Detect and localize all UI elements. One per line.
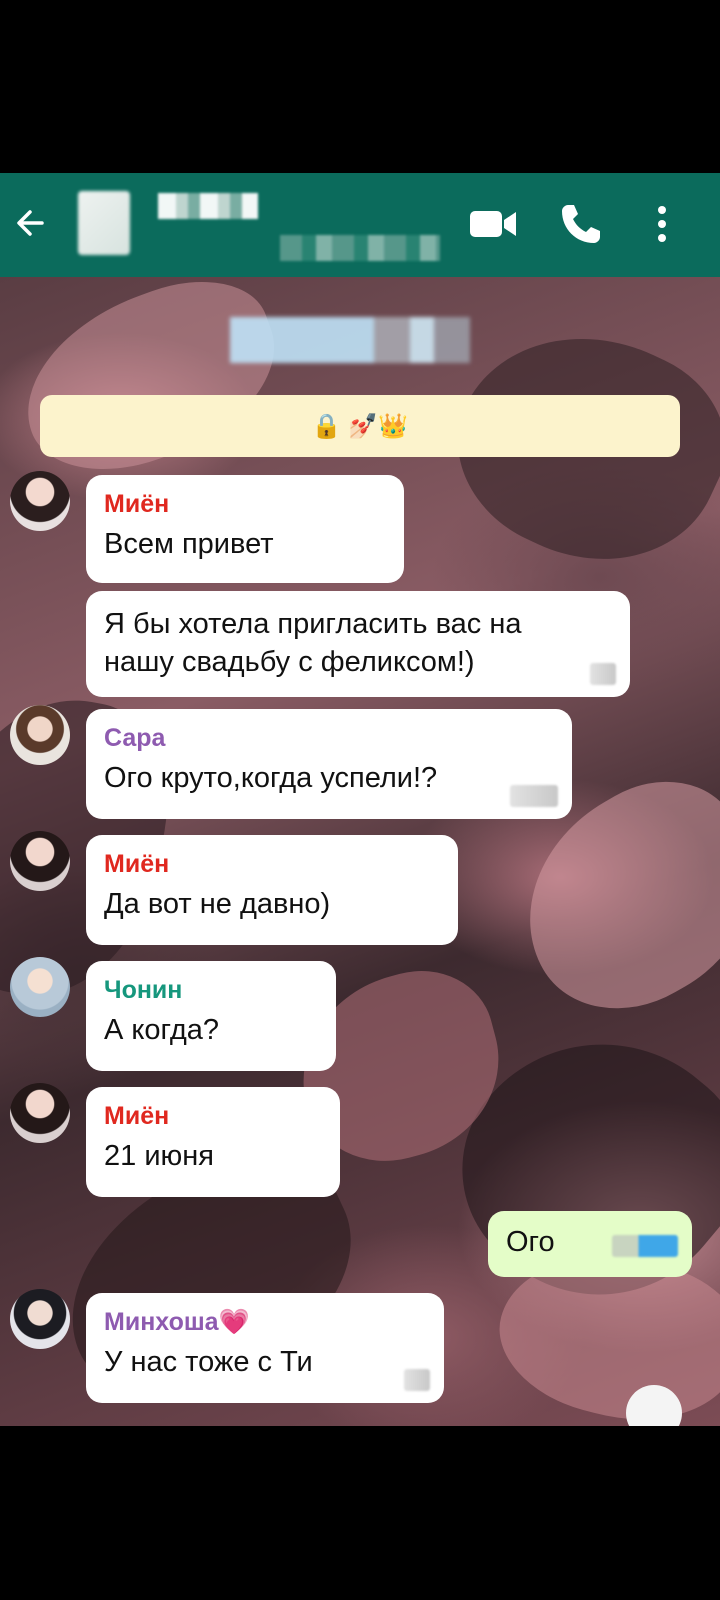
menu-button[interactable] (640, 199, 684, 249)
message-bubble[interactable]: Сара Ого круто,когда успели!? (86, 709, 572, 819)
chat-header (0, 173, 720, 277)
message-bubble[interactable]: Миён Да вот не давно) (86, 835, 458, 945)
message-text: А когда? (104, 1014, 219, 1046)
notice-text: 🔒 💅🏻👑 (311, 412, 409, 440)
avatar[interactable] (10, 471, 70, 531)
sender-name: Миён (104, 490, 170, 518)
message-text: Я бы хотела пригласить вас на нашу свадь… (104, 608, 522, 678)
sender-name: Чонин (104, 976, 183, 1004)
sender-name: Сара (104, 724, 166, 752)
voice-call-button[interactable] (556, 199, 608, 249)
message-bubble[interactable]: Я бы хотела пригласить вас на нашу свадь… (86, 591, 630, 697)
avatar[interactable] (10, 831, 70, 891)
message-text: Да вот не давно) (104, 888, 331, 920)
sender-name: Миён (104, 850, 170, 878)
avatar[interactable] (10, 705, 70, 765)
sender-name: Миён (104, 1102, 170, 1130)
message-bubble[interactable]: Чонин А когда? (86, 961, 336, 1071)
message-bubble-outgoing[interactable]: Ого (488, 1211, 692, 1277)
message-status-redacted (612, 1235, 678, 1257)
back-button[interactable] (14, 201, 48, 245)
avatar[interactable] (10, 1083, 70, 1143)
message-bubble[interactable]: Миён Всем привет (86, 475, 404, 583)
message-text: Ого круто,когда успели!? (104, 762, 438, 794)
message-bubble[interactable]: Миён 21 июня (86, 1087, 340, 1197)
encryption-notice[interactable]: 🔒 💅🏻👑 (40, 395, 680, 457)
message-time-redacted (590, 663, 616, 685)
group-avatar[interactable] (78, 191, 130, 255)
chat-area[interactable]: 🔒 💅🏻👑 Миён Всем привет Я бы хотела пригл… (0, 277, 720, 1426)
message-time-redacted (404, 1369, 430, 1391)
phone-icon (562, 205, 600, 243)
wallpaper-wing (0, 277, 300, 497)
sender-name: Минхоша💗 (104, 1308, 250, 1336)
more-vertical-icon (658, 206, 666, 242)
message-text: Всем привет (104, 528, 274, 560)
redacted-area (230, 317, 470, 363)
message-text: 21 июня (104, 1140, 214, 1172)
message-time-redacted (510, 785, 558, 807)
group-name-redacted[interactable] (158, 193, 258, 219)
message-bubble[interactable]: Минхоша💗 У нас тоже с Ти (86, 1293, 444, 1403)
video-call-button[interactable] (468, 199, 520, 249)
avatar[interactable] (10, 957, 70, 1017)
video-camera-icon (470, 211, 516, 237)
arrow-left-icon (17, 210, 44, 236)
avatar[interactable] (10, 1289, 70, 1349)
message-text: У нас тоже с Ти (104, 1346, 313, 1378)
group-subtitle-redacted (280, 235, 440, 261)
